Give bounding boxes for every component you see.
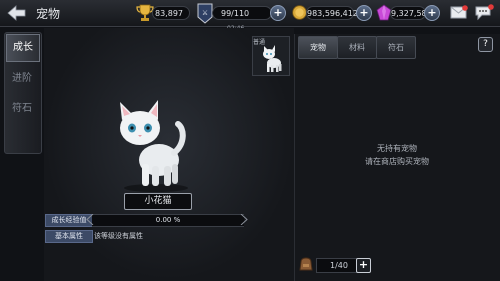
add-gems-button[interactable]: + — [424, 5, 440, 21]
side-tab-advance[interactable]: 进阶 — [6, 66, 38, 92]
page-title: 宠物 — [36, 7, 61, 21]
expand-capacity-button[interactable]: + — [356, 258, 371, 273]
help-button[interactable]: ? — [478, 37, 493, 52]
back-arrow-icon[interactable] — [6, 5, 26, 21]
empty-message: 无持有宠物 — [377, 144, 417, 153]
gold-coin-icon — [292, 5, 307, 20]
pet-bag-icon — [299, 257, 313, 271]
chat-icon[interactable] — [474, 4, 494, 21]
side-tab-runes[interactable]: 符石 — [6, 96, 38, 122]
growth-exp-value: 0.00 % — [155, 216, 181, 224]
add-gold-button[interactable]: + — [356, 5, 372, 21]
exp-bar-left-cap-icon — [86, 214, 94, 225]
add-stamina-button[interactable]: + — [270, 5, 286, 21]
pet-cat-model[interactable] — [104, 98, 204, 194]
basic-attr-label: 基本属性 — [45, 230, 93, 243]
growth-exp-bar: 0.00 % — [92, 214, 244, 227]
empty-message-hint: 请在商店购买宠物 — [365, 157, 429, 166]
svg-text:⚔: ⚔ — [202, 9, 208, 17]
stamina-value: 99/110 — [221, 9, 250, 18]
tab-pets[interactable]: 宠物 — [298, 36, 338, 59]
pet-thumb-cat-icon — [263, 45, 282, 72]
tab-materials[interactable]: 材料 — [337, 36, 377, 59]
side-tab-growth[interactable]: 成长 — [6, 34, 40, 62]
mail-icon[interactable] — [450, 5, 468, 20]
exp-bar-right-cap-icon — [240, 214, 248, 225]
tab-runes[interactable]: 符石 — [376, 36, 416, 59]
stamina-pill: 99/110 02:46 — [212, 6, 272, 32]
gem-count: 9,327,585 — [390, 6, 432, 20]
gold-count: 983,596,412 — [306, 6, 358, 20]
pet-thumb-rarity: 普通 — [253, 39, 266, 46]
trophy-count: 83,897 — [152, 6, 190, 20]
pet-name-label: 小花猫 — [124, 193, 192, 210]
basic-attr-text: 该等级没有属性 — [94, 232, 143, 240]
